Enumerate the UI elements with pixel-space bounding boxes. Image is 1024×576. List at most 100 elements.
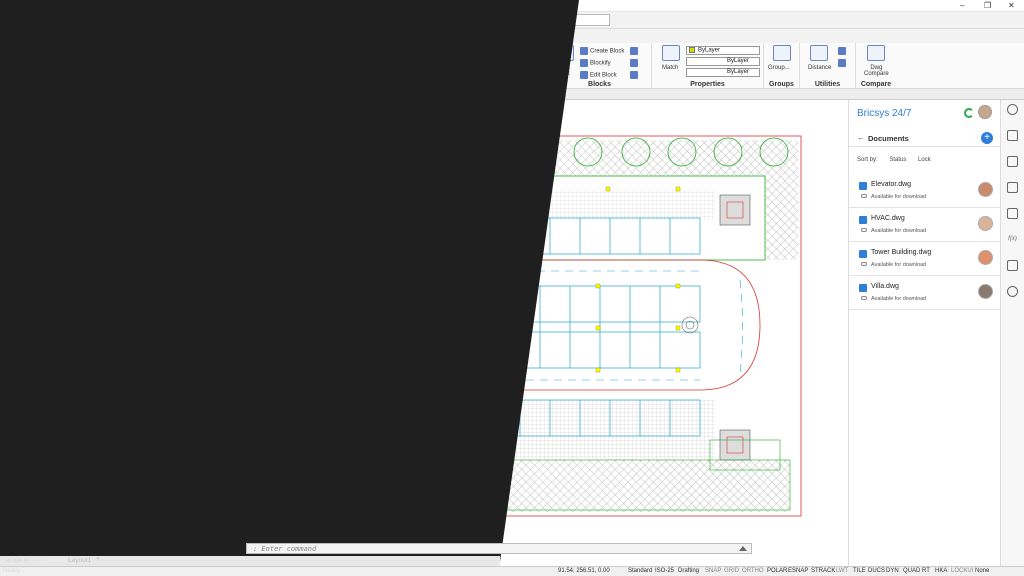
doc-tab-parking-garage[interactable]: Parking Garage* [88,90,147,100]
hatch-panel-icon[interactable] [1007,208,1018,219]
doc-tab-drawing1[interactable]: Drawing1 [40,90,75,100]
status-item[interactable]: POLAR [767,568,787,574]
copy-button[interactable]: Copy [181,59,205,67]
status-item[interactable]: DUCS [868,568,885,574]
layer-tool-icon[interactable] [334,15,343,24]
redo-icon[interactable] [135,15,144,24]
sync-icon[interactable] [964,108,974,118]
edit-block-button[interactable]: Edit Block [580,71,617,79]
layer-tool-icon[interactable] [362,15,371,24]
table-tool-icon[interactable] [367,59,377,67]
status-item[interactable]: DYN [886,568,899,574]
status-item[interactable]: STRACK [811,568,835,574]
blockify-button[interactable]: Blockify [580,59,611,67]
table-icon[interactable] [408,15,417,24]
save-icon[interactable] [42,15,51,24]
layer-filter-select[interactable] [434,71,538,80]
modify-tools-icon[interactable] [251,71,281,79]
tab-parametric[interactable]: Parametric [150,31,184,38]
rectangle-icon[interactable] [108,47,128,55]
new-tab-icon[interactable]: + [162,90,174,100]
list-item[interactable]: Villa.dwg Available for download [849,276,1001,310]
circle-button[interactable]: Circle [85,65,100,71]
close-icon[interactable]: ✕ [149,90,162,100]
tab-model[interactable]: Model [47,557,66,564]
scale-button[interactable]: Scale [215,71,240,79]
mirror-button[interactable]: Mirror [215,59,241,67]
match-properties-icon[interactable] [662,45,680,61]
utility-tool-icon[interactable] [838,59,848,67]
text-icon[interactable]: A [311,45,329,61]
save-as-icon[interactable] [56,15,65,24]
status-item[interactable]: QUAD [903,568,920,574]
color-select[interactable]: ByLayer [686,46,760,55]
status-item[interactable]: ISO-25 [655,568,674,574]
image-icon[interactable] [436,15,445,24]
create-block-button[interactable]: Create Block [580,47,624,55]
close-icon[interactable]: ✕ [26,90,39,100]
back-arrow-icon[interactable]: ← [857,133,865,142]
doc-tab-start[interactable]: Start [4,90,26,100]
settings-icon[interactable] [464,15,473,24]
close-icon[interactable]: ✕ [1008,1,1015,10]
layer-tool-icon[interactable] [376,15,385,24]
polyline-button[interactable]: Polyline [35,65,56,71]
modify-tools-icon[interactable] [251,59,281,67]
tab-layout1[interactable]: Layout1 [68,557,91,564]
modify-tools-icon[interactable] [251,47,281,55]
status-item[interactable]: HKA [935,568,947,574]
spline-icon[interactable] [108,71,128,79]
status-item[interactable]: ORTHO [742,568,764,574]
command-line[interactable]: : Enter command [246,543,752,554]
attachment-icon[interactable] [1007,182,1018,193]
status-item[interactable]: LWT [836,568,848,574]
status-item[interactable]: RT [922,568,930,574]
undo-icon[interactable] [121,15,130,24]
arc-icon[interactable] [60,47,78,63]
plot-icon[interactable] [88,15,97,24]
status-item[interactable]: GRID [724,568,739,574]
layer-select[interactable]: 0 [478,46,538,56]
minimize-icon[interactable]: – [960,1,964,10]
command-history-arrow-icon[interactable] [739,546,747,551]
add-layout-icon[interactable]: + [96,556,100,563]
new-file-icon[interactable] [14,15,23,24]
layout-nav-icons[interactable]: |◀ ◀ ▶ ▶| [4,557,31,564]
tab-output[interactable]: Output [285,31,306,38]
layers-panel-icon[interactable] [1007,156,1018,167]
mtext-icon[interactable] [367,71,377,79]
print-icon[interactable] [74,15,83,24]
block-tool-icon[interactable] [630,59,640,67]
line-icon[interactable] [6,44,28,66]
help-icon[interactable] [485,15,494,24]
leader-icon[interactable] [367,47,377,55]
layers-button[interactable]: Layers... [394,65,417,71]
status-item[interactable]: SNAP [705,568,721,574]
tab-manage[interactable]: Manage [241,31,266,38]
status-item[interactable]: Drafting [678,568,699,574]
insert-block-icon[interactable] [556,45,574,61]
move-button[interactable]: Move [181,47,206,55]
status-item[interactable]: None [975,568,989,574]
line-button[interactable]: Line [16,65,27,71]
lineweight-select[interactable]: ByLayer [686,68,760,77]
list-item[interactable]: HVAC.dwg Available for download [849,208,1001,242]
group-button[interactable]: Group... [768,65,790,71]
sliders-icon[interactable] [1007,130,1018,141]
dwg-compare-button[interactable]: Dwg Compare [864,65,889,77]
render-icon[interactable] [422,15,431,24]
distance-icon[interactable] [810,45,828,61]
layer-state-icons[interactable] [424,47,464,55]
stretch-button[interactable]: Stretch [181,71,210,79]
layer-tool-icon[interactable] [348,15,357,24]
layer-tool-icon[interactable] [320,15,329,24]
status-item[interactable]: LOCKUI [951,568,973,574]
structure-icon[interactable] [1007,260,1018,271]
sort-lock-button[interactable]: Lock [918,157,931,163]
layer-tools-icon[interactable] [424,59,504,67]
block-tool-icon[interactable] [630,47,640,55]
status-item[interactable]: TILE [853,568,866,574]
insert-block-button[interactable]: Insert Block [555,65,570,77]
layer-tool-icon[interactable] [390,15,399,24]
copy-guided-icon[interactable] [155,47,173,63]
